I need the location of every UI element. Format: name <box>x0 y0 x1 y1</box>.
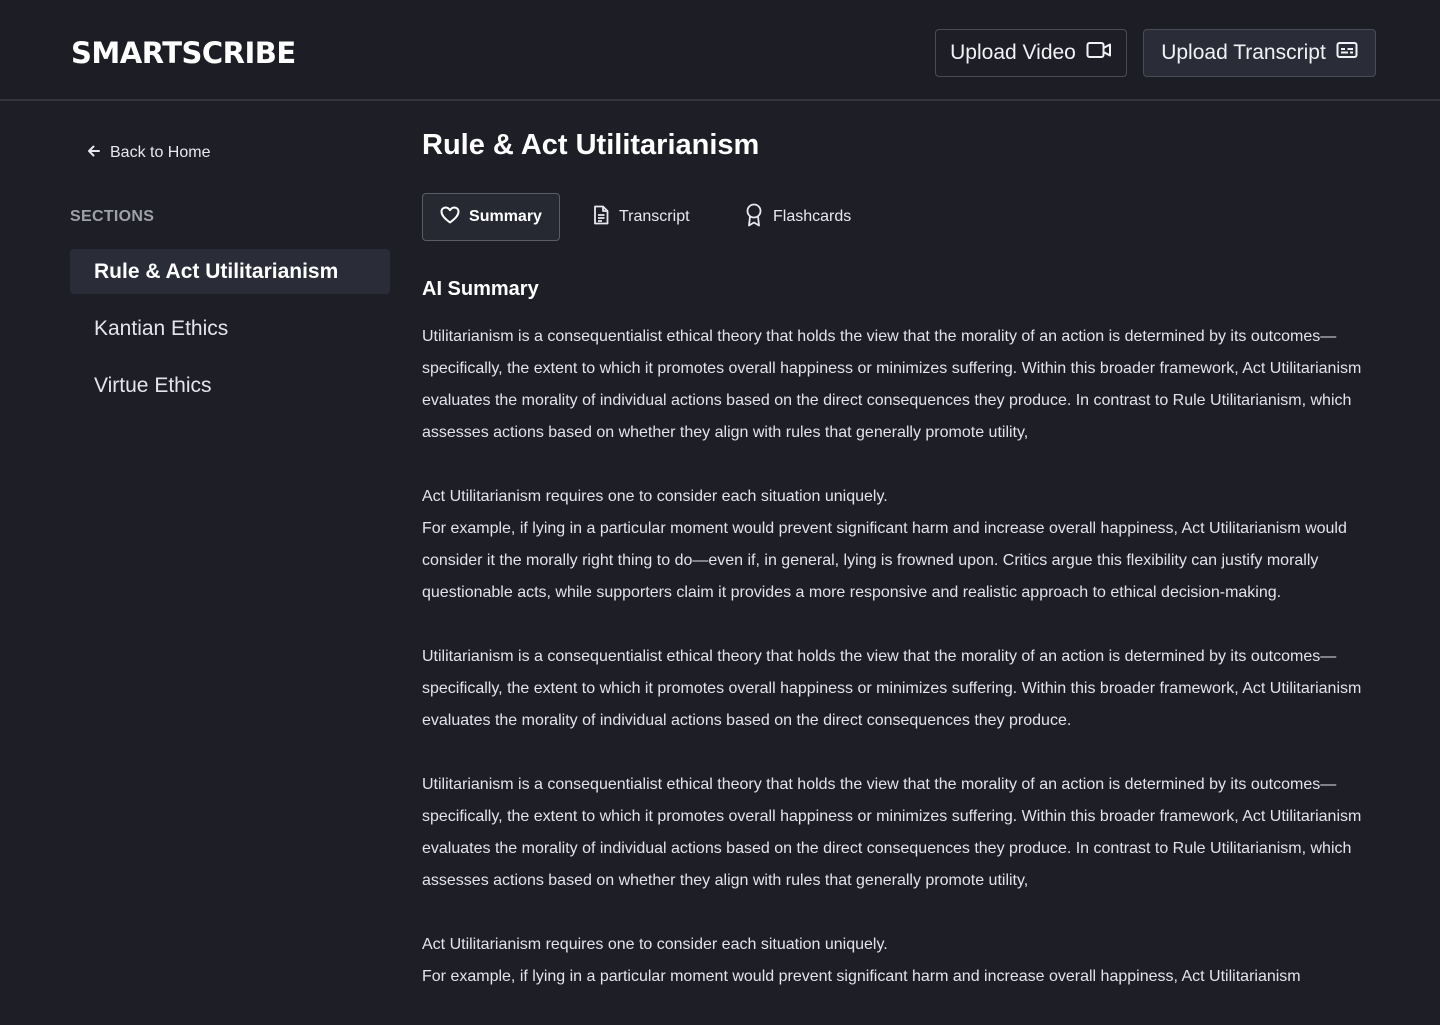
document-icon <box>592 205 619 230</box>
sidebar-item-label: Rule & Act Utilitarianism <box>94 259 339 283</box>
upload-video-label: Upload Video <box>950 41 1076 64</box>
arrow-left-icon <box>86 143 110 164</box>
tab-transcript[interactable]: Transcript <box>592 193 690 241</box>
sidebar-item-kantian-ethics[interactable]: Kantian Ethics <box>70 306 390 351</box>
back-to-home-link[interactable]: Back to Home <box>86 141 210 165</box>
back-to-home-label: Back to Home <box>110 144 211 161</box>
page-title: Rule & Act Utilitarianism <box>422 129 760 161</box>
ai-summary-heading: AI Summary <box>422 278 539 300</box>
summary-paragraph: Act Utilitarianism requires one to consi… <box>422 936 888 953</box>
tab-summary[interactable]: Summary <box>422 193 560 241</box>
app-logo: SMARTSCRIBE <box>71 36 296 70</box>
summary-body: Utilitarianism is a consequentialist eth… <box>422 321 1382 1025</box>
summary-paragraph: For example, if lying in a particular mo… <box>422 968 1301 985</box>
summary-paragraph: Utilitarianism is a consequentialist eth… <box>422 328 1362 441</box>
summary-paragraph: Act Utilitarianism requires one to consi… <box>422 488 888 505</box>
top-header: SMARTSCRIBE Upload Video Upload Transcri… <box>0 0 1440 101</box>
award-icon <box>744 203 773 232</box>
summary-paragraph: For example, if lying in a particular mo… <box>422 520 1347 601</box>
upload-transcript-label: Upload Transcript <box>1161 41 1326 64</box>
heart-icon <box>440 206 469 229</box>
captions-icon <box>1336 41 1358 65</box>
tab-label: Flashcards <box>773 208 852 225</box>
tab-flashcards[interactable]: Flashcards <box>744 193 851 241</box>
tab-label: Transcript <box>619 208 690 225</box>
sidebar-item-label: Virtue Ethics <box>94 373 212 397</box>
tab-label: Summary <box>469 208 542 225</box>
summary-paragraph: Utilitarianism is a consequentialist eth… <box>422 776 1362 889</box>
sidebar-item-label: Kantian Ethics <box>94 316 229 340</box>
upload-transcript-button[interactable]: Upload Transcript <box>1143 29 1376 77</box>
upload-video-button[interactable]: Upload Video <box>935 29 1127 77</box>
sidebar-item-virtue-ethics[interactable]: Virtue Ethics <box>70 363 390 408</box>
video-camera-icon <box>1086 41 1112 65</box>
sidebar-item-rule-act-utilitarianism[interactable]: Rule & Act Utilitarianism <box>70 249 390 294</box>
summary-paragraph: Utilitarianism is a consequentialist eth… <box>422 648 1362 729</box>
sections-heading: SECTIONS <box>70 208 155 225</box>
